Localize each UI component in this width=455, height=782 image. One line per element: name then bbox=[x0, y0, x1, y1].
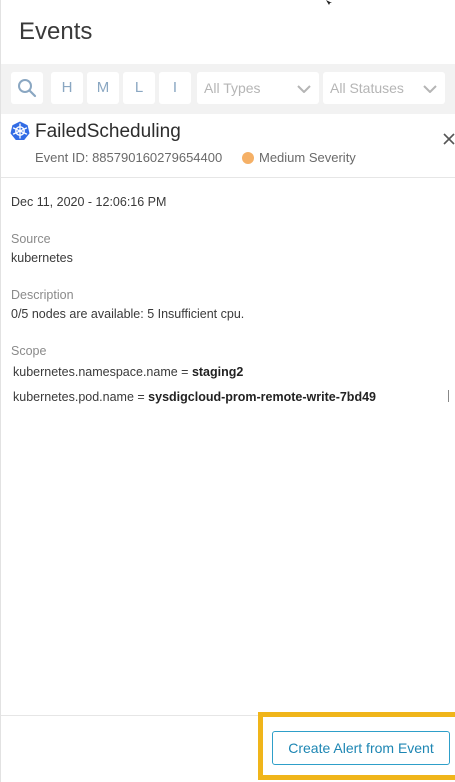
scope-row-namespace: kubernetes.namespace.name = staging2 bbox=[13, 365, 243, 379]
description-value: 0/5 nodes are available: 5 Insufficient … bbox=[11, 307, 245, 321]
source-label: Source bbox=[11, 232, 51, 246]
filter-bar: H M L I All Types All Statuses bbox=[1, 64, 455, 114]
event-name: FailedScheduling bbox=[35, 121, 181, 142]
event-timestamp: Dec 11, 2020 - 12:06:16 PM bbox=[11, 195, 167, 209]
scope-row-pod: kubernetes.pod.name = sysdigcloud-prom-r… bbox=[13, 390, 376, 404]
mouse-cursor-icon bbox=[326, 0, 332, 5]
severity-dot bbox=[242, 152, 254, 164]
severity-label: Medium Severity bbox=[259, 150, 356, 165]
search-icon bbox=[18, 79, 37, 98]
text-caret bbox=[448, 390, 449, 402]
source-value: kubernetes bbox=[11, 251, 73, 265]
search-button[interactable] bbox=[11, 72, 43, 104]
chevron-down-icon bbox=[423, 85, 437, 93]
scope-value: staging2 bbox=[191, 365, 244, 379]
event-header: FailedScheduling Event ID: 8857901602796… bbox=[1, 114, 455, 178]
create-alert-button[interactable]: Create Alert from Event bbox=[272, 731, 450, 765]
scope-label: Scope bbox=[11, 344, 47, 358]
scope-value: sysdigcloud-prom-remote-write-7bd49 bbox=[148, 390, 376, 404]
description-label: Description bbox=[11, 288, 74, 302]
scope-key: kubernetes.namespace.name = bbox=[13, 365, 192, 379]
scope-key: kubernetes.pod.name = bbox=[13, 390, 149, 404]
types-select[interactable]: All Types bbox=[197, 72, 319, 104]
events-panel: Events H M L I All Types All Statuses Fa… bbox=[0, 0, 455, 782]
panel-header: Events bbox=[1, 0, 455, 64]
statuses-select[interactable]: All Statuses bbox=[323, 72, 445, 104]
severity-filter-info[interactable]: I bbox=[159, 72, 191, 104]
chevron-down-icon bbox=[297, 85, 311, 93]
close-icon[interactable] bbox=[442, 132, 455, 146]
types-select-value: All Types bbox=[204, 80, 261, 96]
statuses-select-value: All Statuses bbox=[330, 80, 404, 96]
severity-filter-high[interactable]: H bbox=[51, 72, 83, 104]
panel-title: Events bbox=[19, 18, 93, 45]
event-id: Event ID: 885790160279654400 bbox=[35, 150, 223, 165]
severity-filter-low[interactable]: L bbox=[123, 72, 155, 104]
kubernetes-icon bbox=[10, 121, 30, 140]
severity-filter-medium[interactable]: M bbox=[87, 72, 119, 104]
